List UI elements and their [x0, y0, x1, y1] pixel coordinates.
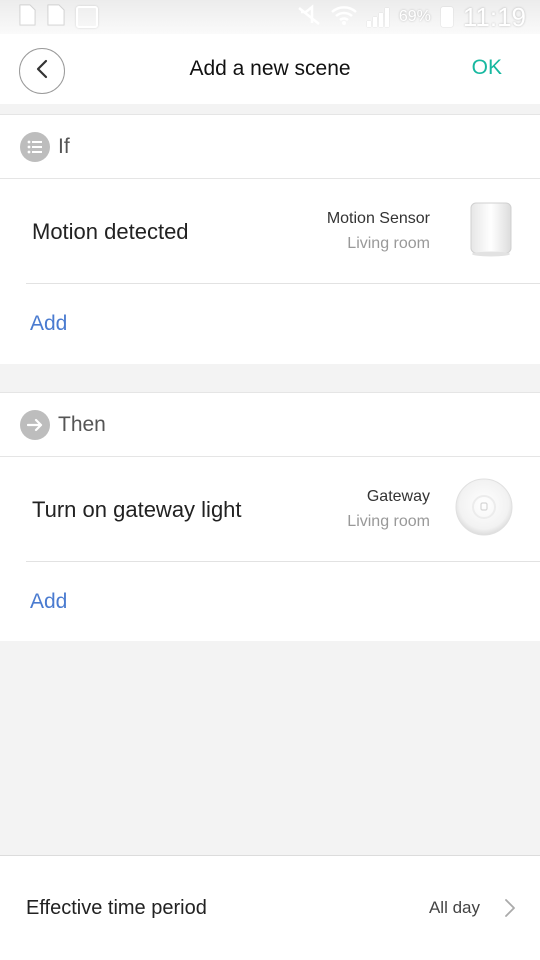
action-device: Gateway Living room [347, 485, 430, 535]
wifi-icon [330, 4, 357, 31]
effective-time-row[interactable]: Effective time period All day [0, 856, 540, 960]
chevron-right-icon [504, 898, 516, 923]
status-right: 69% 11:19 [297, 2, 526, 33]
battery-icon [440, 7, 453, 27]
effective-time-label: Effective time period [26, 896, 207, 919]
gateway-icon [454, 477, 514, 542]
add-condition-button[interactable]: Add [30, 312, 67, 336]
mute-icon [297, 3, 321, 31]
status-left [18, 4, 98, 31]
arrow-right-icon [20, 409, 50, 440]
condition-action: Motion detected [32, 218, 189, 244]
then-label: Then [58, 412, 106, 436]
signal-icon [366, 7, 389, 27]
condition-row[interactable]: Motion detected Motion Sensor Living roo… [0, 179, 540, 284]
condition-device: Motion Sensor Living room [327, 207, 430, 257]
device-name: Motion Sensor [326, 209, 430, 227]
chevron-left-icon [35, 58, 49, 85]
then-add-row: Add [0, 562, 540, 641]
app-header: Add a new scene OK [0, 34, 540, 104]
status-bar: 69% 11:19 [0, 0, 540, 34]
battery-percent: 69% [398, 8, 431, 25]
sd-card-icon [46, 4, 66, 31]
then-section: Then Turn on gateway light Gateway Livin… [0, 392, 540, 641]
device-room: Living room [347, 234, 430, 252]
device-name: Gateway [366, 487, 430, 505]
if-section-header: If [0, 114, 540, 179]
if-add-row: Add [0, 284, 540, 363]
then-section-header: Then [0, 392, 540, 457]
action-row[interactable]: Turn on gateway light Gateway Living roo… [0, 457, 540, 562]
sim-icon [18, 4, 36, 31]
ok-button[interactable]: OK [472, 56, 502, 80]
clock: 11:19 [462, 1, 526, 32]
image-icon [76, 6, 98, 28]
action-description: Turn on gateway light [32, 496, 242, 522]
motion-sensor-icon [468, 201, 514, 262]
list-icon [20, 131, 50, 162]
if-section: If Motion detected Motion Sensor Living … [0, 114, 540, 364]
device-room: Living room [347, 512, 430, 530]
back-button[interactable] [19, 48, 65, 94]
if-label: If [58, 134, 70, 158]
add-action-button[interactable]: Add [30, 590, 67, 614]
effective-time-value: All day [428, 898, 480, 917]
page-title: Add a new scene [189, 57, 351, 80]
